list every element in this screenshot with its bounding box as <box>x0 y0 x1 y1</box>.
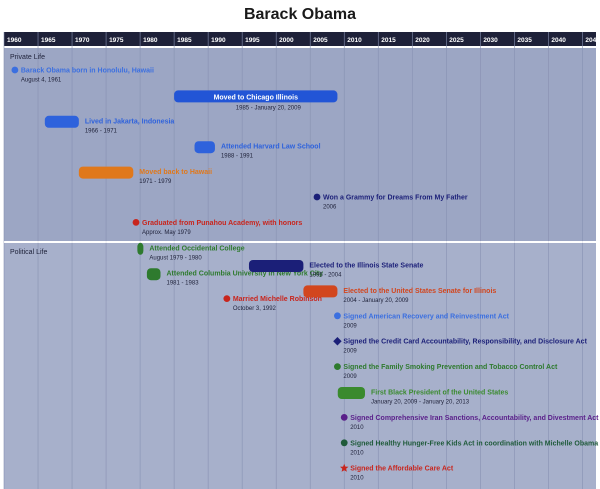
tick-label: 2005 <box>313 37 328 44</box>
event-date: Approx. May 1979 <box>142 230 191 236</box>
span-bar <box>146 268 161 281</box>
event-label: Graduated from Punahou Academy, with hon… <box>142 220 302 227</box>
tick-label: 2015 <box>381 37 396 44</box>
milestone-marker <box>340 439 348 447</box>
tick-label: 2010 <box>347 37 362 44</box>
span-bar <box>303 285 338 298</box>
tick-label: 2025 <box>449 37 464 44</box>
event-date: 1981 - 1983 <box>167 281 200 287</box>
event-date: 2010 <box>350 476 364 482</box>
event-label: Elected to the United States Senate for … <box>343 288 496 295</box>
milestone-marker <box>340 414 348 421</box>
tick-label: 1985 <box>177 37 192 44</box>
tick-label: 2000 <box>279 37 294 44</box>
tick-label: 1990 <box>211 37 226 44</box>
tick-label: 2030 <box>483 37 498 44</box>
event-label: Attended Harvard Law School <box>221 144 321 151</box>
event-label: Signed Comprehensive Iran Sanctions, Acc… <box>350 415 599 422</box>
event-label: Signed the Credit Card Accountability, R… <box>343 339 587 346</box>
tick-label: 1975 <box>109 37 124 44</box>
tick-label: 2035 <box>517 37 532 44</box>
event-date: 2009 <box>343 374 357 380</box>
milestone-marker <box>334 312 341 320</box>
event-date: 1996 - 2004 <box>309 273 342 279</box>
event-label: Signed Healthy Hunger-Free Kids Act in c… <box>350 440 598 447</box>
event-date: 2010 <box>350 425 364 431</box>
event-date: 2004 - January 20, 2009 <box>343 298 409 304</box>
event-label: Won a Grammy for Dreams From My Father <box>323 195 468 202</box>
milestone-marker <box>11 66 19 74</box>
event-date: 2006 <box>323 205 337 211</box>
tick-label: 2020 <box>415 37 430 44</box>
event-date: 1966 - 1971 <box>85 128 118 134</box>
section-label: Private Life <box>10 54 45 61</box>
tick-label: 2045 <box>585 37 600 44</box>
event-label: Lived in Jakarta, Indonesia <box>85 118 175 125</box>
tick-label: 1960 <box>7 37 22 44</box>
milestone-marker <box>132 219 140 226</box>
span-bar <box>194 141 215 154</box>
milestone-marker <box>223 295 231 302</box>
event-label: Signed American Recovery and Reinvestmen… <box>343 313 509 320</box>
event-label: Signed the Affordable Care Act <box>350 466 454 473</box>
event-date: 1988 - 1991 <box>221 154 254 160</box>
event-label: Attended Occidental College <box>149 245 244 252</box>
event-date: August 4, 1961 <box>21 78 62 84</box>
tick-label: 1995 <box>245 37 260 44</box>
event-date: 2009 <box>343 349 357 355</box>
span-bar <box>44 115 79 128</box>
event-label: Moved back to Hawaii <box>139 169 212 176</box>
event-date: 1971 - 1979 <box>139 179 172 185</box>
event-label: Barack Obama born in Honolulu, Hawaii <box>21 68 154 75</box>
span-bar <box>337 387 365 399</box>
event-date: 1985 - January 20, 2009 <box>236 105 302 111</box>
event-date: January 20, 2009 - January 20, 2013 <box>371 400 470 406</box>
tick-label: 1970 <box>75 37 90 44</box>
event-date: 2009 <box>343 323 357 329</box>
timeline-chart: 1960 1965 1970 1975 1980 1985 1990 1995 2000 2005… <box>3 32 600 489</box>
milestone-marker <box>313 193 321 201</box>
section-label: Political Life <box>10 249 47 256</box>
event-date: October 3, 1992 <box>233 306 277 312</box>
milestone-marker <box>334 363 341 370</box>
axis-bar <box>4 32 596 46</box>
event-label: Moved to Chicago Illinois <box>214 94 299 101</box>
tick-label: 1965 <box>41 37 56 44</box>
event-label: Elected to the Illinois State Senate <box>309 263 423 270</box>
span-bar <box>248 260 304 272</box>
tick-label: 2040 <box>551 37 566 44</box>
event-label: Signed the Family Smoking Prevention and… <box>343 364 558 371</box>
span-bar <box>78 166 134 179</box>
event-date: 2010 <box>350 450 364 456</box>
tick-label: 1980 <box>143 37 158 44</box>
span-bar <box>137 242 144 255</box>
event-label: First Black President of the United Stat… <box>371 390 508 397</box>
event-date: August 1979 - 1980 <box>149 255 202 261</box>
